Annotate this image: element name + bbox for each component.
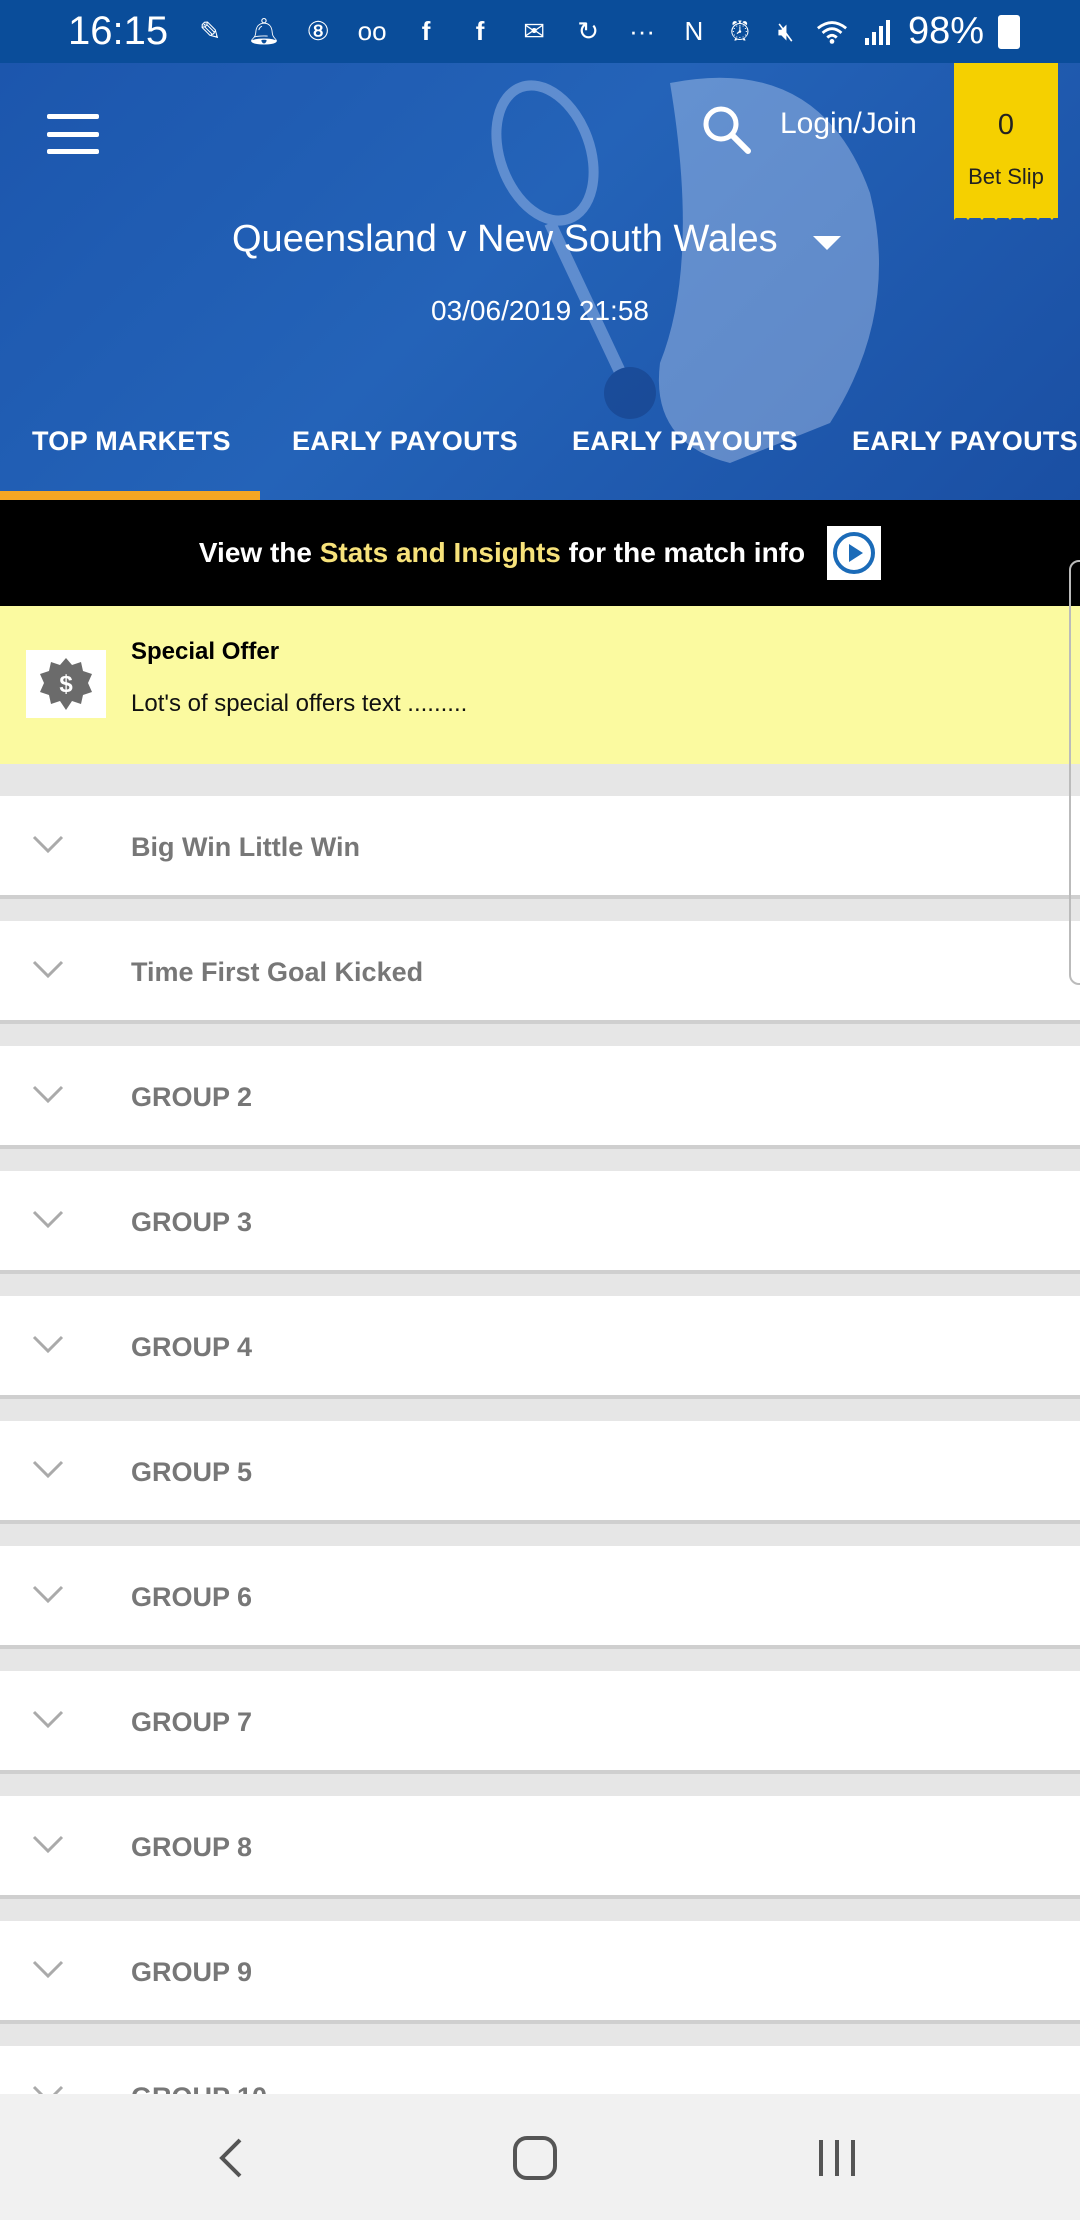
chevron-down-icon bbox=[32, 1585, 64, 1604]
menu-button[interactable] bbox=[47, 114, 99, 154]
system-nav-bar bbox=[0, 2094, 1080, 2220]
market-row[interactable]: GROUP 9 bbox=[0, 1921, 1080, 2024]
bet-slip-label: Bet Slip bbox=[968, 164, 1044, 189]
market-label: GROUP 9 bbox=[131, 1957, 253, 1987]
chevron-down-icon bbox=[32, 1335, 64, 1354]
chevron-down-icon bbox=[32, 1085, 64, 1104]
active-tab-indicator bbox=[0, 491, 260, 500]
dollar-badge-icon: $ bbox=[26, 650, 106, 718]
special-offer-banner[interactable]: $ Special Offer Lot's of special offers … bbox=[0, 606, 1080, 764]
stats-banner-suffix: for the match info bbox=[560, 537, 806, 568]
match-datetime: 03/06/2019 21:58 bbox=[431, 295, 649, 326]
match-header: Login/Join 0 Bet Slip Queensland v New S… bbox=[0, 63, 1080, 500]
market-row[interactable]: GROUP 8 bbox=[0, 1796, 1080, 1899]
tab-early-payouts[interactable]: EARLY PAYOUTS bbox=[572, 406, 798, 500]
chevron-down-icon bbox=[32, 1960, 64, 1979]
market-label: GROUP 7 bbox=[131, 1707, 253, 1737]
market-row[interactable]: GROUP 7 bbox=[0, 1671, 1080, 1774]
svg-text:$: $ bbox=[59, 671, 73, 698]
voicemail-icon: oo bbox=[357, 16, 387, 46]
recent-apps-icon[interactable] bbox=[812, 2134, 862, 2182]
signal-icon bbox=[862, 16, 894, 48]
bet-slip-button[interactable]: 0 Bet Slip bbox=[954, 63, 1058, 218]
app-screen: 16:15 ✎ 🔔︎ ⑧ oo f f ✉ ↻ ··· N ⏰︎ 🔇︎ 98% bbox=[0, 0, 1080, 2220]
bet-slip-count: 0 bbox=[997, 109, 1015, 141]
tab-early-payouts[interactable]: EARLY PAYOUTS bbox=[852, 406, 1078, 500]
facebook-icon: f bbox=[475, 16, 485, 46]
status-time: 16:15 bbox=[68, 9, 169, 53]
market-list: Big Win Little Win Time First Goal Kicke… bbox=[0, 764, 1080, 2171]
tab-early-payouts[interactable]: EARLY PAYOUTS bbox=[292, 406, 518, 500]
market-label: GROUP 6 bbox=[131, 1582, 253, 1612]
bell-icon: 🔔︎ bbox=[247, 16, 281, 46]
facebook-icon: f bbox=[421, 16, 431, 46]
market-tabs: TOP MARKETS EARLY PAYOUTS EARLY PAYOUTS … bbox=[0, 406, 1080, 500]
stats-insights-banner[interactable]: View the Stats and Insights for the matc… bbox=[0, 500, 1080, 606]
chevron-down-icon bbox=[32, 960, 64, 979]
play-icon[interactable] bbox=[827, 526, 882, 580]
battery-icon bbox=[998, 14, 1020, 49]
login-join-link[interactable]: Login/Join bbox=[780, 107, 917, 141]
chevron-down-icon bbox=[32, 1460, 64, 1479]
wifi-icon bbox=[816, 16, 848, 48]
market-label: GROUP 4 bbox=[131, 1332, 253, 1362]
market-label: Big Win Little Win bbox=[131, 832, 360, 862]
market-row[interactable]: GROUP 4 bbox=[0, 1296, 1080, 1399]
special-offer-title: Special Offer bbox=[131, 638, 280, 665]
mail-icon: ✉ bbox=[523, 16, 545, 46]
tag-icon: ✎ bbox=[199, 16, 221, 46]
market-label: Time First Goal Kicked bbox=[131, 957, 424, 987]
chevron-down-icon bbox=[32, 1835, 64, 1854]
market-row[interactable]: Big Win Little Win bbox=[0, 796, 1080, 899]
chevron-down-icon bbox=[32, 835, 64, 854]
chevron-down-icon bbox=[32, 1710, 64, 1729]
chevron-down-icon[interactable] bbox=[813, 236, 841, 250]
chevron-down-icon bbox=[32, 1210, 64, 1229]
market-label: GROUP 2 bbox=[131, 1082, 253, 1112]
status-bar: 16:15 ✎ 🔔︎ ⑧ oo f f ✉ ↻ ··· N ⏰︎ 🔇︎ 98% bbox=[0, 0, 1080, 63]
market-label: GROUP 3 bbox=[131, 1207, 253, 1237]
nfc-icon: N bbox=[684, 16, 704, 46]
circle-8-icon: ⑧ bbox=[306, 16, 330, 46]
search-icon[interactable] bbox=[700, 103, 752, 155]
stats-banner-prefix: View the bbox=[198, 537, 320, 568]
tab-top-markets[interactable]: TOP MARKETS bbox=[32, 406, 231, 500]
market-row[interactable]: GROUP 5 bbox=[0, 1421, 1080, 1524]
market-row[interactable]: Time First Goal Kicked bbox=[0, 921, 1080, 1024]
market-row[interactable]: GROUP 6 bbox=[0, 1546, 1080, 1649]
more-icon: ··· bbox=[629, 16, 656, 46]
system-icons: N ⏰︎ 🔇︎ 98% bbox=[678, 10, 1020, 53]
battery-percent: 98% bbox=[907, 10, 984, 52]
scroll-edge-indicator bbox=[1069, 560, 1080, 985]
alarm-icon: ⏰︎ bbox=[729, 15, 751, 46]
special-offer-text: Lot's of special offers text ......... bbox=[131, 690, 468, 717]
match-title[interactable]: Queensland v New South Wales bbox=[232, 218, 778, 261]
home-icon[interactable] bbox=[510, 2134, 560, 2182]
sync-icon: ↻ bbox=[577, 16, 599, 46]
list-spacer bbox=[0, 764, 1080, 796]
back-icon[interactable] bbox=[208, 2134, 258, 2182]
notification-icons: ✎ 🔔︎ ⑧ oo f f ✉ ↻ ··· bbox=[194, 16, 658, 48]
stats-banner-highlight: Stats and Insights bbox=[319, 537, 561, 568]
mute-icon: 🔇︎ bbox=[777, 15, 795, 46]
market-row[interactable]: GROUP 3 bbox=[0, 1171, 1080, 1274]
bet-slip-zigzag bbox=[954, 208, 1058, 220]
market-label: GROUP 8 bbox=[131, 1832, 253, 1862]
market-row[interactable]: GROUP 2 bbox=[0, 1046, 1080, 1149]
market-label: GROUP 5 bbox=[131, 1457, 253, 1487]
